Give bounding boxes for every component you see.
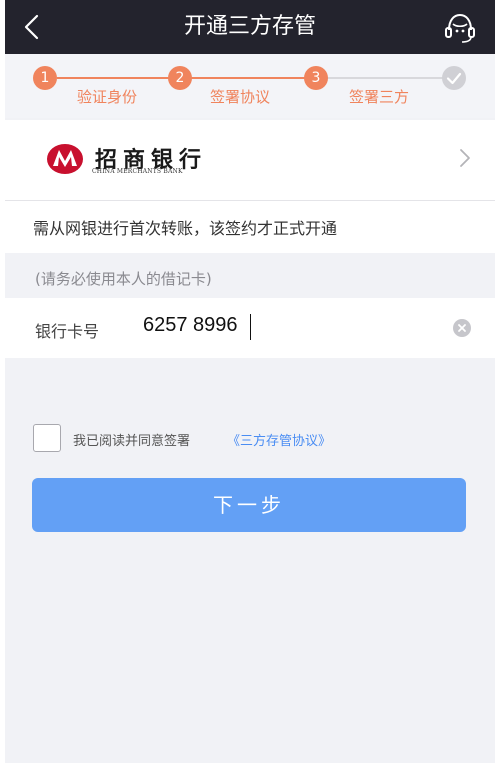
header-bar: 开通三方存管 [5, 0, 495, 54]
notice-text: 需从网银进行首次转账，该签约才正式开通 [33, 219, 338, 238]
step-2-label: 签署协议 [210, 88, 271, 106]
card-number-label: 银行卡号 [35, 322, 100, 341]
card-hint: (请务必使用本人的借记卡) [35, 270, 212, 288]
agreement-checkbox[interactable] [33, 424, 61, 452]
step-3-number: 3 [304, 66, 328, 90]
progress-steps: 1 2 3 验证身份 签署协议 签署三方 [5, 54, 495, 118]
step-1-number: 1 [33, 66, 57, 90]
check-icon [446, 72, 462, 85]
step-3-label: 签署三方 [349, 88, 410, 106]
step-connector [57, 77, 177, 79]
step-connector [191, 77, 311, 79]
cmb-logo-icon [47, 144, 83, 174]
step-final [442, 66, 466, 90]
notice-panel: 需从网银进行首次转账，该签约才正式开通 [5, 200, 495, 253]
customer-service-button[interactable] [441, 10, 479, 46]
clear-icon [458, 324, 466, 332]
step-1-label: 验证身份 [77, 88, 138, 106]
page-title: 开通三方存管 [183, 14, 316, 39]
step-connector [327, 77, 443, 79]
card-number-row: 银行卡号 6257 8996 [5, 298, 495, 358]
chevron-right-icon [460, 149, 470, 167]
agreement-text: 我已阅读并同意签署 [73, 434, 191, 449]
customer-service-icon [445, 13, 475, 43]
text-cursor [250, 314, 251, 340]
next-button[interactable]: 下一步 [32, 478, 466, 532]
step-2-number: 2 [168, 66, 192, 90]
app-screen: 开通三方存管 1 2 3 验证身份 签署协议 签署三方 招商银行 CHINA M… [5, 0, 495, 763]
agreement-link[interactable]: 《三方存管协议》 [227, 430, 331, 449]
clear-button[interactable] [453, 319, 471, 337]
bank-name-english: CHINA MERCHANTS BANK [92, 168, 183, 175]
card-number-input[interactable]: 6257 8996 [143, 314, 238, 337]
